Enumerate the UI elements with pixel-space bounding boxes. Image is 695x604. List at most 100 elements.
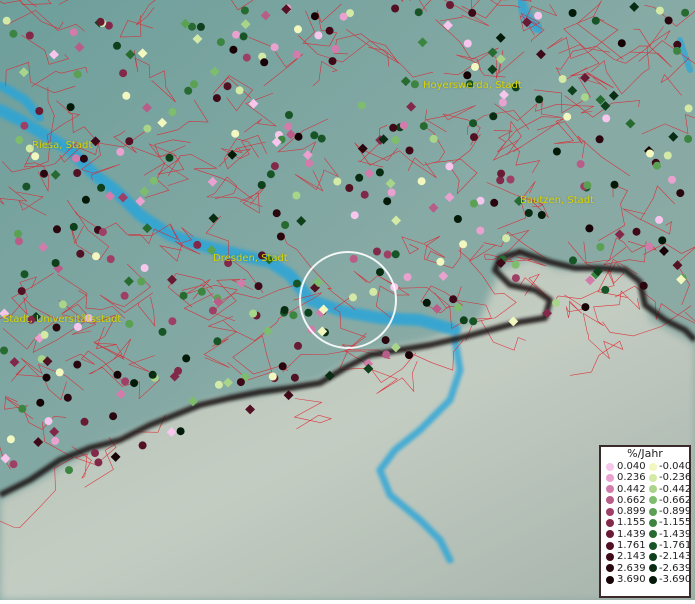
place-label-hoyerswerda: Hoyerswerda, Stadt (423, 80, 522, 91)
site-marker (552, 298, 561, 307)
legend-row: 1.439 -1.439 (601, 528, 691, 540)
legend-swatch-negative (649, 530, 657, 539)
site-marker (585, 224, 594, 233)
site-marker (681, 8, 690, 17)
legend-rows: 0.040 -0.040 0.236 -0.236 0.442 -0.442 0.662 -0… (601, 461, 692, 585)
site-marker (294, 25, 302, 34)
site-marker (69, 28, 78, 37)
site-marker (196, 22, 205, 31)
site-marker (534, 11, 543, 20)
site-marker (231, 129, 240, 138)
map-canvas[interactable] (0, 0, 695, 600)
site-marker (44, 417, 53, 426)
site-marker (79, 154, 88, 163)
site-marker (511, 260, 520, 269)
site-marker (293, 279, 301, 288)
site-marker (97, 183, 106, 192)
legend-swatch-positive (606, 507, 614, 516)
site-marker (454, 303, 463, 312)
site-marker (350, 211, 359, 220)
legend-value-positive: 0.662 (617, 494, 646, 506)
place-label-bautzen: Bautzen, Stadt (520, 195, 595, 206)
site-marker (121, 377, 130, 386)
site-marker (453, 215, 462, 223)
site-marker (280, 306, 289, 314)
site-marker (580, 93, 589, 102)
legend-swatch-negative (649, 575, 657, 584)
site-marker (429, 134, 438, 143)
site-marker (214, 380, 223, 389)
site-marker (552, 147, 561, 156)
site-marker (317, 134, 326, 143)
site-marker (655, 215, 664, 224)
legend-swatch-positive (606, 552, 614, 561)
site-marker (339, 12, 348, 21)
site-marker (65, 466, 73, 475)
site-marker (14, 237, 23, 246)
site-marker (212, 94, 221, 103)
site-marker (563, 112, 572, 121)
site-marker (25, 31, 34, 40)
legend-swatch-positive (606, 473, 614, 482)
site-marker (524, 209, 533, 217)
site-marker (51, 436, 60, 445)
legend-swatch-positive (606, 485, 614, 494)
site-marker (639, 281, 648, 290)
site-marker (468, 8, 477, 17)
site-marker (20, 270, 29, 279)
site-marker (73, 169, 82, 177)
site-marker (158, 327, 167, 336)
legend-row: 1.155 -1.155 (601, 517, 691, 528)
site-marker (383, 250, 392, 259)
map-view[interactable]: Hoyerswerda, Stadt Riesa, Stadt Bautzen,… (0, 0, 695, 600)
site-marker (53, 225, 61, 234)
site-marker (168, 317, 177, 326)
site-marker (294, 132, 303, 141)
site-marker (445, 162, 454, 171)
legend-row: 2.143 -2.143 (601, 551, 692, 563)
site-marker (568, 9, 577, 17)
legend-swatch-negative (649, 462, 657, 471)
site-marker (581, 303, 590, 312)
site-marker (40, 330, 49, 339)
site-marker (249, 309, 258, 318)
site-marker (55, 368, 64, 377)
legend-value-positive: 3.690 (617, 573, 646, 585)
legend-swatch-positive (606, 541, 614, 550)
site-marker (216, 38, 225, 47)
site-marker (113, 41, 121, 50)
site-marker (9, 460, 18, 469)
site-marker (292, 191, 301, 200)
site-marker (22, 182, 31, 191)
site-marker (558, 75, 567, 83)
site-marker (333, 177, 342, 186)
site-marker (591, 16, 600, 25)
site-marker (617, 39, 626, 48)
site-marker (310, 12, 319, 21)
legend-row: 0.442 -0.442 (601, 483, 692, 495)
site-marker (511, 274, 520, 283)
legend-value-negative: -0.442 (659, 483, 692, 495)
site-marker (268, 372, 277, 381)
site-marker (476, 226, 485, 235)
legend-swatch-negative (649, 485, 657, 494)
legend-row: 2.639 -2.639 (601, 563, 691, 574)
site-marker (471, 62, 479, 71)
legend-row: 1.761 -1.761 (601, 540, 691, 551)
site-marker (239, 32, 248, 41)
site-marker (91, 449, 99, 458)
site-marker (663, 151, 672, 160)
legend-swatch-negative (649, 507, 657, 516)
site-marker (373, 247, 381, 256)
legend-value-negative: -2.143 (659, 551, 692, 563)
legend-value-positive: 0.236 (617, 472, 646, 484)
site-marker (496, 176, 505, 185)
site-marker (469, 317, 478, 326)
site-marker (583, 181, 592, 190)
site-marker (632, 227, 641, 236)
site-marker (383, 197, 392, 206)
legend-value-positive: 0.040 (617, 461, 646, 472)
site-marker (81, 195, 90, 204)
site-marker (676, 189, 685, 198)
legend-value-positive: 1.439 (617, 528, 646, 540)
